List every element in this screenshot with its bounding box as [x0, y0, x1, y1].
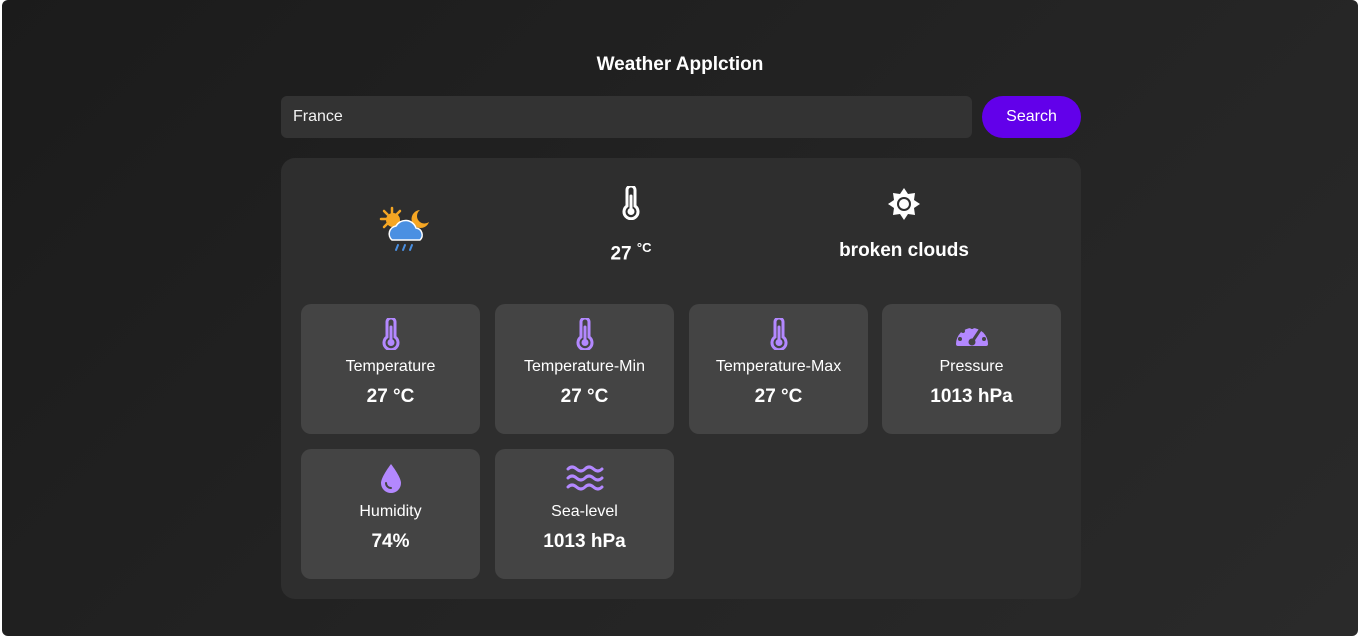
tile-temperature-min: Temperature-Min 27 °C [495, 304, 674, 434]
tile-label: Sea-level [551, 503, 618, 520]
tile-value: 74% [371, 531, 410, 552]
tile-temperature: Temperature 27 °C [301, 304, 480, 434]
tile-value: 27 °C [366, 386, 415, 407]
tile-value: 27 °C [754, 386, 803, 407]
tile-pressure: Pressure 1013 hPa [882, 304, 1061, 434]
summary-temperature-value: 27 °C [531, 240, 731, 265]
tile-label: Temperature [345, 358, 436, 375]
tile-sea-level: Sea-level 1013 hPa [495, 449, 674, 579]
tile-humidity: Humidity 74% [301, 449, 480, 579]
gauge-icon [955, 325, 988, 346]
search-button[interactable]: Search [982, 96, 1081, 138]
thermometer-icon [576, 318, 593, 350]
weather-description: broken clouds [839, 240, 969, 261]
tile-label: Pressure [939, 358, 1004, 375]
tile-label: Temperature-Max [715, 358, 842, 375]
thermometer-icon [382, 318, 399, 350]
tile-label: Humidity [359, 503, 422, 520]
droplet-icon [380, 464, 401, 493]
tile-value: 1013 hPa [543, 531, 626, 552]
thermometer-icon [622, 186, 640, 220]
app-window: Weather Applction Search [2, 0, 1358, 636]
search-input[interactable] [281, 96, 972, 138]
temperature-number: 27 [610, 243, 637, 265]
weather-condition-icon [379, 206, 429, 251]
waves-icon [566, 465, 603, 491]
temperature-unit: °C [636, 240, 652, 255]
tile-temperature-max: Temperature-Max 27 °C [689, 304, 868, 434]
sun-icon [888, 188, 920, 220]
tile-value: 27 °C [560, 386, 609, 407]
weather-card: 27 °C broken clouds Temperature 27 °C Te… [281, 158, 1081, 599]
thermometer-icon [770, 318, 787, 350]
tile-label: Temperature-Min [524, 358, 645, 375]
tile-value: 1013 hPa [930, 386, 1013, 407]
app-title: Weather Applction [596, 54, 764, 75]
